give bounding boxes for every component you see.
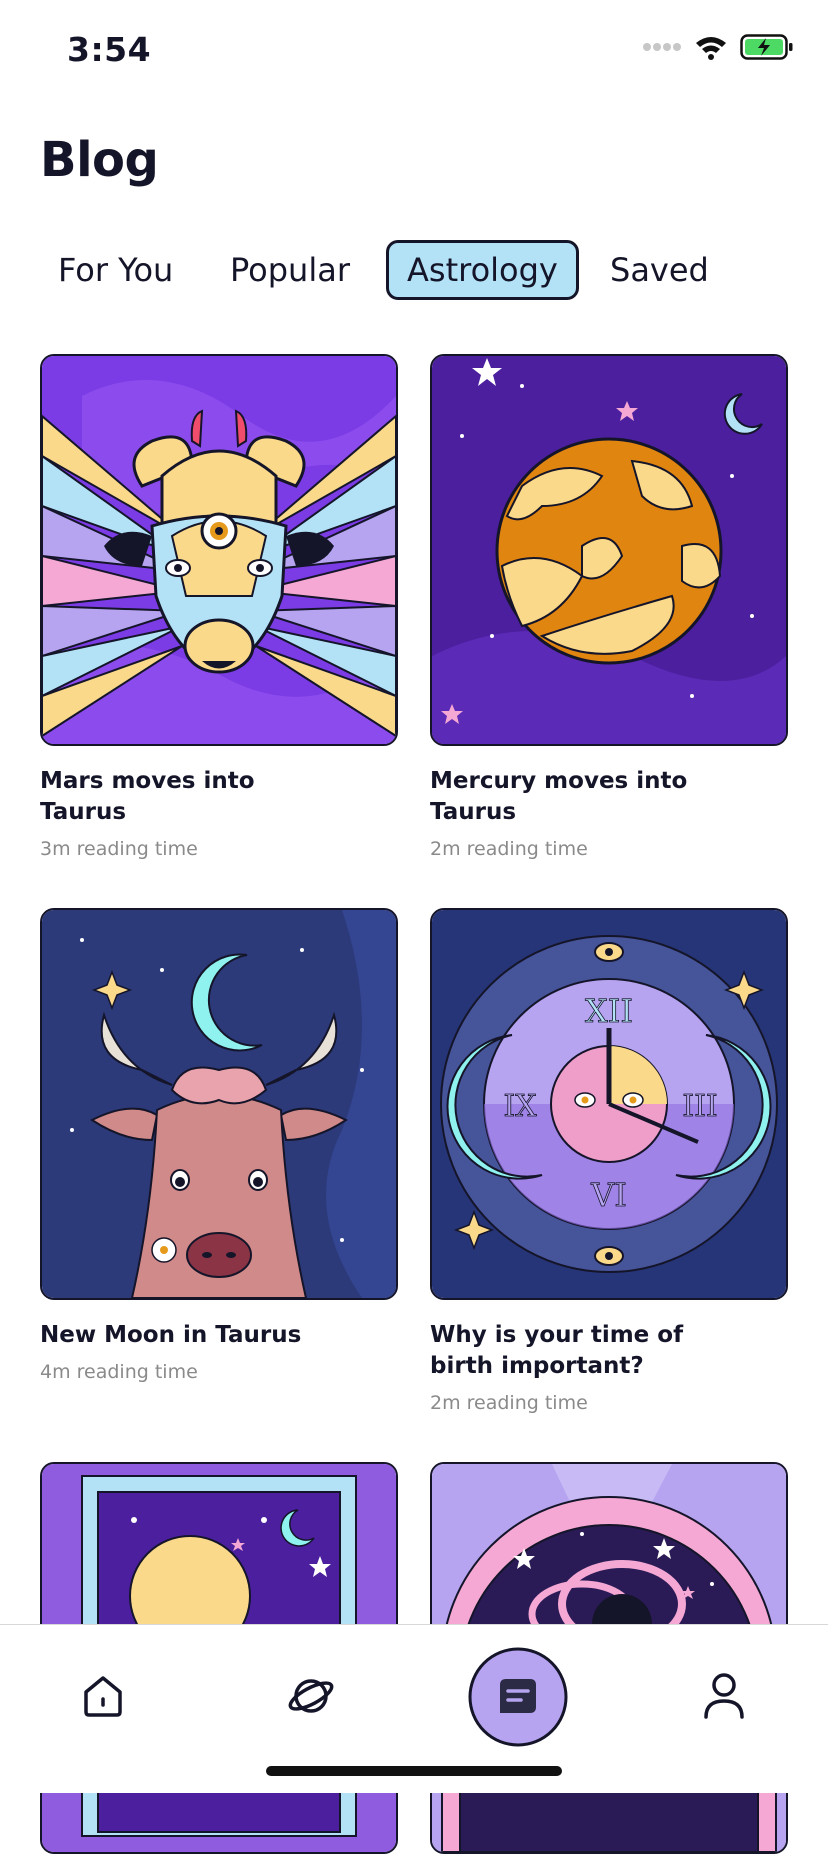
- tab-bar: For You Popular Astrology Saved: [40, 240, 800, 304]
- tab-saved[interactable]: Saved: [592, 240, 727, 300]
- svg-text:VI: VI: [590, 1176, 627, 1214]
- article-reading-time: 2m reading time: [430, 1392, 588, 1414]
- article-title: Mercury moves into Taurus: [430, 768, 688, 825]
- battery-icon: [740, 34, 793, 60]
- tab-astrology[interactable]: Astrology: [386, 240, 579, 300]
- article-reading-time: 4m reading time: [40, 1361, 198, 1383]
- orange-planet-illustration: [430, 354, 788, 746]
- article-card-new-moon-taurus[interactable]: New Moon in Taurus 4m reading time: [40, 908, 398, 1383]
- status-icons: [642, 34, 794, 60]
- svg-text:III: III: [682, 1089, 718, 1124]
- article-card-mercury-taurus[interactable]: Mercury moves into Taurus 2m reading tim…: [430, 354, 788, 860]
- status-bar: 3:54: [0, 0, 828, 100]
- blog-icon: [468, 1647, 568, 1747]
- status-time: 3:54: [67, 30, 152, 69]
- planet-icon: [288, 1679, 334, 1713]
- page-title: Blog: [40, 132, 159, 188]
- bull-and-crescent-moon-illustration: [40, 908, 398, 1300]
- nav-profile[interactable]: [702, 1671, 746, 1723]
- article-reading-time: 3m reading time: [40, 838, 198, 860]
- signal-icon: [643, 43, 681, 51]
- article-card-time-of-birth[interactable]: XII VI IX III Why is your time of birth …: [430, 908, 788, 1414]
- home-icon: [84, 1676, 122, 1717]
- article-title: Why is your time of birth important?: [430, 1322, 684, 1379]
- taurus-bull-third-eye-illustration: [40, 354, 398, 746]
- svg-text:XII: XII: [585, 992, 633, 1030]
- article-title: New Moon in Taurus: [40, 1322, 302, 1348]
- nav-explore[interactable]: [286, 1673, 336, 1723]
- article-title: Mars moves into Taurus: [40, 768, 255, 825]
- nav-home[interactable]: [80, 1673, 126, 1723]
- wifi-icon: [696, 37, 726, 60]
- article-card-mars-taurus[interactable]: Mars moves into Taurus 3m reading time: [40, 354, 398, 860]
- article-reading-time: 2m reading time: [430, 838, 588, 860]
- home-indicator[interactable]: [266, 1766, 562, 1776]
- profile-icon: [704, 1673, 744, 1719]
- tab-popular[interactable]: Popular: [212, 240, 368, 300]
- nav-blog[interactable]: [468, 1647, 568, 1751]
- tab-for-you[interactable]: For You: [40, 240, 191, 300]
- moon-clock-illustration: XII VI IX III: [430, 908, 788, 1300]
- svg-text:IX: IX: [503, 1089, 537, 1124]
